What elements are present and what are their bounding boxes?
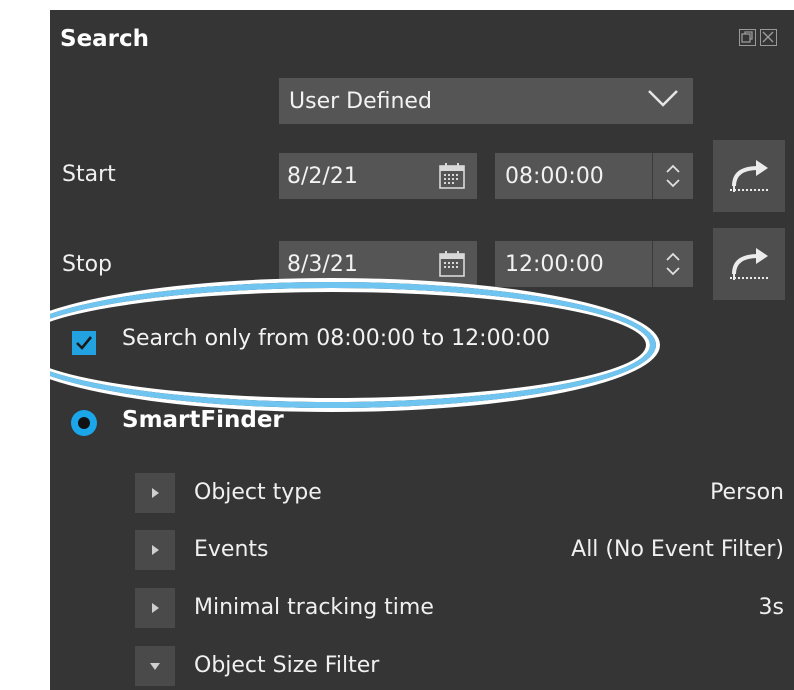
start-label: Start xyxy=(62,162,116,187)
daily-window-label[interactable]: Search only from 08:00:00 to 12:00:00 xyxy=(122,326,550,351)
range-preset-dropdown[interactable]: User Defined xyxy=(279,78,693,124)
undock-icon xyxy=(741,31,753,43)
spinner-arrows-icon xyxy=(666,252,680,276)
range-preset-value: User Defined xyxy=(289,88,432,114)
events-label: Events xyxy=(194,537,269,562)
panel-title: Search xyxy=(60,26,150,52)
jump-to-time-icon xyxy=(730,160,768,192)
start-time-field[interactable]: 08:00:00 xyxy=(495,153,693,199)
jump-to-time-icon xyxy=(730,248,768,280)
stop-time-field[interactable]: 12:00:00 xyxy=(495,241,693,287)
start-time-spinner[interactable] xyxy=(652,153,693,199)
spinner-arrows-icon xyxy=(666,164,680,188)
search-panel: Search User Defined Start 8/2/21 08:00:0… xyxy=(50,10,794,690)
smartfinder-label[interactable]: SmartFinder xyxy=(122,407,284,433)
stop-label: Stop xyxy=(62,252,113,277)
chevron-right-icon xyxy=(152,603,159,613)
stop-time-spinner[interactable] xyxy=(652,241,693,287)
tracking-time-label: Minimal tracking time xyxy=(194,595,434,620)
chevron-down-icon xyxy=(648,90,678,107)
expand-tracking-time-button[interactable] xyxy=(135,588,175,628)
checkmark-icon xyxy=(76,336,93,350)
start-jump-button[interactable] xyxy=(713,140,785,212)
undock-button[interactable] xyxy=(739,29,756,46)
chevron-right-icon xyxy=(152,488,159,498)
start-date-field[interactable]: 8/2/21 xyxy=(279,153,477,199)
radio-dot xyxy=(78,417,90,429)
chevron-down-icon xyxy=(150,663,160,670)
calendar-icon[interactable] xyxy=(437,161,467,191)
start-date-value: 8/2/21 xyxy=(287,163,358,189)
calendar-icon[interactable] xyxy=(437,249,467,279)
object-type-value[interactable]: Person xyxy=(710,480,784,505)
expand-object-type-button[interactable] xyxy=(135,473,175,513)
size-filter-label: Object Size Filter xyxy=(194,653,380,678)
close-icon xyxy=(762,31,774,43)
stop-date-field[interactable]: 8/3/21 xyxy=(279,241,477,287)
tracking-time-value[interactable]: 3s xyxy=(759,595,784,620)
expand-events-button[interactable] xyxy=(135,530,175,570)
start-time-value: 08:00:00 xyxy=(505,163,604,189)
chevron-right-icon xyxy=(152,545,159,555)
stop-jump-button[interactable] xyxy=(713,228,785,300)
collapse-size-filter-button[interactable] xyxy=(135,646,175,686)
smartfinder-radio[interactable] xyxy=(71,410,97,436)
events-value[interactable]: All (No Event Filter) xyxy=(571,537,784,562)
stop-date-value: 8/3/21 xyxy=(287,251,358,277)
close-button[interactable] xyxy=(760,29,777,46)
daily-window-checkbox[interactable] xyxy=(72,331,96,355)
stop-time-value: 12:00:00 xyxy=(505,251,604,277)
object-type-label: Object type xyxy=(194,480,322,505)
